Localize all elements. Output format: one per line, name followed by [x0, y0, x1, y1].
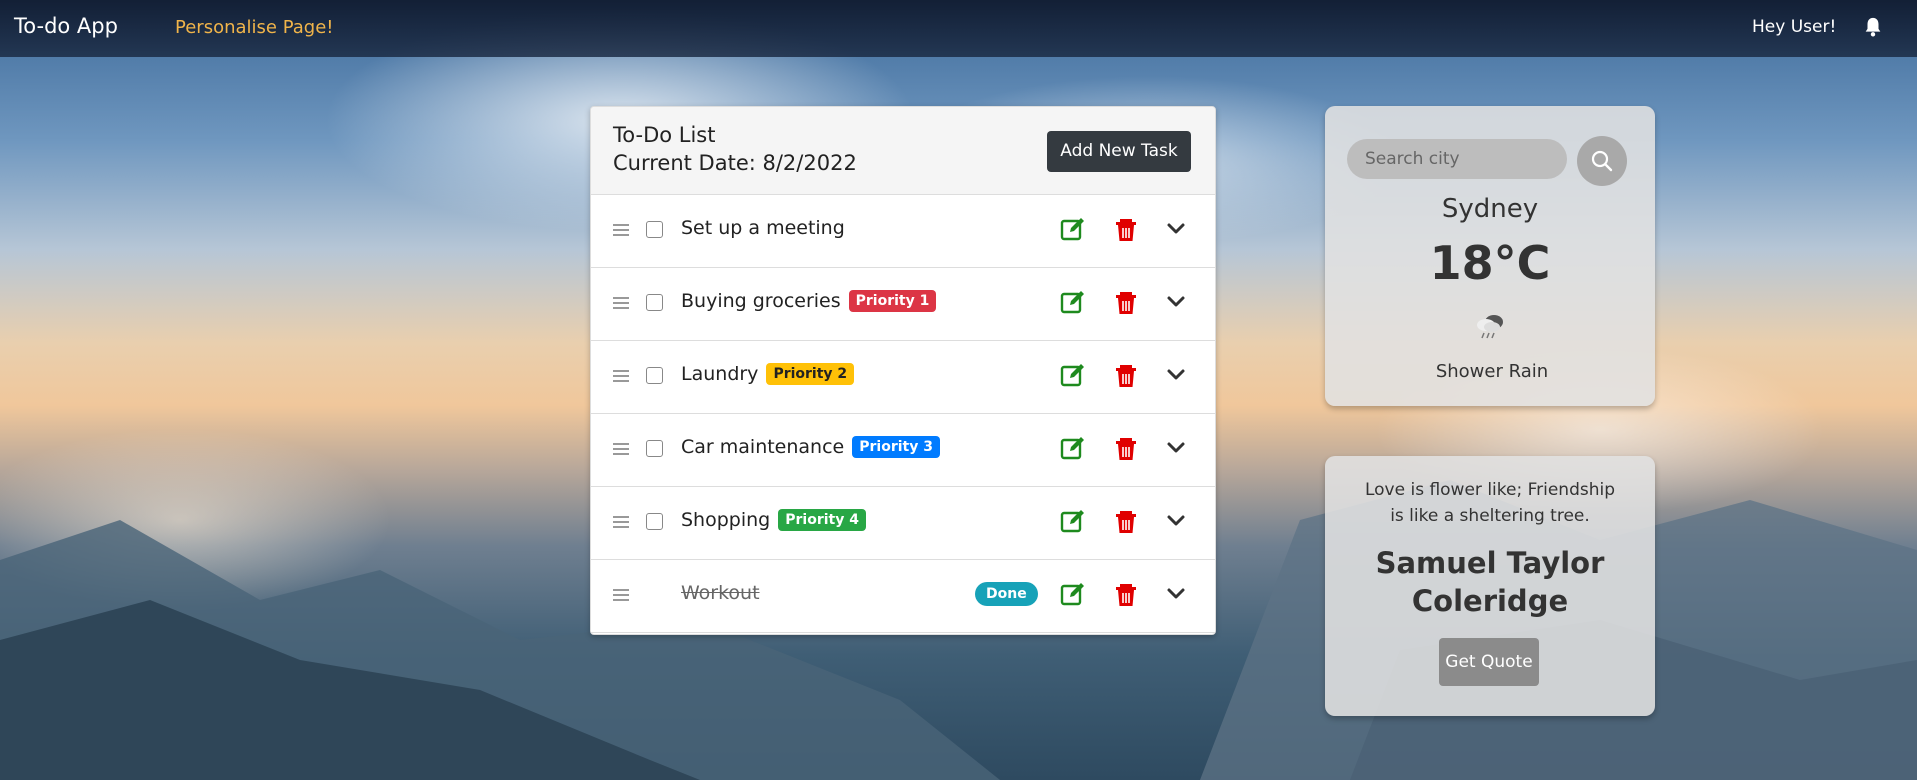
quote-text-line1: Love is flower like; Friendship [1364, 480, 1616, 500]
chevron-down-icon[interactable] [1162, 434, 1190, 462]
weather-condition: Shower Rain [1435, 361, 1549, 382]
drag-handle-icon[interactable] [613, 516, 629, 528]
task-label: Workout [681, 582, 760, 604]
task-row: Workout Done [591, 560, 1215, 633]
personalise-page-link[interactable]: Personalise Page! [175, 17, 333, 38]
task-row: Car maintenance Priority 3 [591, 414, 1215, 487]
search-icon [1591, 150, 1613, 172]
task-text: Workout [681, 582, 760, 604]
todo-list-header: To-Do List Current Date: 8/2/2022 Add Ne… [591, 107, 1215, 195]
task-checkbox[interactable] [646, 367, 663, 384]
brand-link[interactable]: To-do App [14, 14, 118, 38]
weather-widget: Search city Sydney 18°C Shower Rain [1325, 106, 1655, 406]
task-label: Laundry [681, 363, 759, 385]
task-label: Set up a meeting [681, 217, 845, 239]
user-greeting[interactable]: Hey User! [1752, 17, 1836, 37]
trash-icon[interactable] [1112, 215, 1140, 243]
task-label: Shopping [681, 509, 771, 531]
drag-handle-icon[interactable] [613, 443, 629, 455]
chevron-down-icon[interactable] [1162, 288, 1190, 316]
task-text: Set up a meeting [681, 217, 845, 239]
task-checkbox[interactable] [646, 513, 663, 530]
priority-badge: Priority 1 [848, 290, 937, 312]
task-row: Buying groceries Priority 1 [591, 268, 1215, 341]
task-row: Laundry Priority 2 [591, 341, 1215, 414]
trash-icon[interactable] [1112, 507, 1140, 535]
drag-handle-icon[interactable] [613, 370, 629, 382]
drag-handle-icon[interactable] [613, 297, 629, 309]
task-checkbox[interactable] [646, 294, 663, 311]
shower-rain-icon [1477, 315, 1503, 339]
task-label: Buying groceries [681, 290, 841, 312]
priority-badge: Priority 4 [778, 509, 866, 531]
quote-author: Samuel Taylor Coleridge [1325, 544, 1655, 620]
edit-icon[interactable] [1059, 288, 1087, 316]
quote-widget: Love is flower like; Friendship is like … [1325, 456, 1655, 716]
task-text: Shopping Priority 4 [681, 509, 866, 531]
trash-icon[interactable] [1112, 434, 1140, 462]
city-search-input[interactable]: Search city [1347, 139, 1567, 179]
quote-text: Love is flower like; Friendship is like … [1325, 477, 1655, 529]
task-row: Set up a meeting [591, 195, 1215, 268]
weather-city: Sydney [1441, 194, 1539, 224]
search-button[interactable] [1577, 136, 1627, 186]
trash-icon[interactable] [1112, 288, 1140, 316]
priority-badge: Priority 2 [766, 363, 855, 385]
task-text: Laundry Priority 2 [681, 363, 855, 385]
get-quote-button[interactable]: Get Quote [1439, 638, 1539, 686]
task-checkbox[interactable] [646, 221, 663, 238]
edit-icon[interactable] [1059, 434, 1087, 462]
weather-temperature: 18°C [1429, 236, 1551, 290]
chevron-down-icon[interactable] [1162, 361, 1190, 389]
top-navbar: To-do App Personalise Page! Hey User! [0, 0, 1917, 57]
task-text: Buying groceries Priority 1 [681, 290, 937, 312]
todo-list-title: To-Do List [613, 123, 716, 147]
trash-icon[interactable] [1112, 361, 1140, 389]
drag-handle-icon[interactable] [613, 224, 629, 236]
bell-icon[interactable] [1862, 16, 1884, 38]
trash-icon[interactable] [1112, 580, 1140, 608]
edit-icon[interactable] [1059, 215, 1087, 243]
add-new-task-button[interactable]: Add New Task [1047, 131, 1191, 172]
quote-author-line1: Samuel Taylor [1375, 546, 1605, 580]
quote-text-line2: is like a sheltering tree. [1390, 506, 1590, 526]
edit-icon[interactable] [1059, 580, 1087, 608]
task-row: Shopping Priority 4 [591, 487, 1215, 560]
current-date: Current Date: 8/2/2022 [613, 151, 857, 175]
todo-list-card: To-Do List Current Date: 8/2/2022 Add Ne… [590, 106, 1216, 635]
done-status-badge: Done [975, 582, 1038, 606]
priority-badge: Priority 3 [852, 436, 940, 458]
task-text: Car maintenance Priority 3 [681, 436, 940, 458]
chevron-down-icon[interactable] [1162, 507, 1190, 535]
task-label: Car maintenance [681, 436, 845, 458]
drag-handle-icon[interactable] [613, 589, 629, 601]
edit-icon[interactable] [1059, 361, 1087, 389]
edit-icon[interactable] [1059, 507, 1087, 535]
chevron-down-icon[interactable] [1162, 215, 1190, 243]
quote-author-line2: Coleridge [1411, 584, 1569, 618]
chevron-down-icon[interactable] [1162, 580, 1190, 608]
task-checkbox[interactable] [646, 440, 663, 457]
